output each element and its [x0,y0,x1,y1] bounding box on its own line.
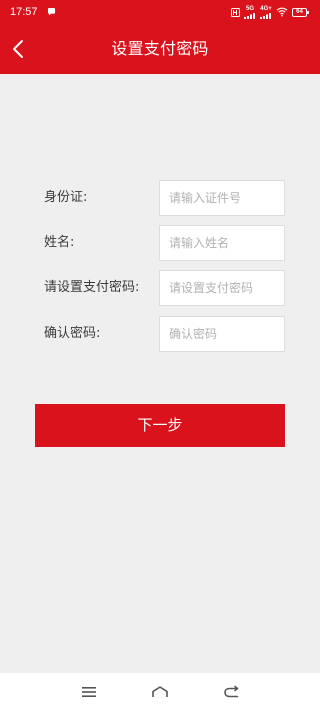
next-step-button[interactable]: 下一步 [35,404,285,447]
status-bar: 17:57 5G 4G+ 64 [0,0,320,24]
wifi-icon [276,7,288,17]
form-row-name: 姓名: [0,225,320,261]
network-badge-4g: 4G+ [260,5,272,12]
form-row-id: 身份证: [0,180,320,216]
home-button[interactable] [150,682,170,702]
id-input[interactable] [159,180,285,216]
signal-icon [260,12,271,19]
title-bar: 设置支付密码 [0,24,320,74]
home-icon [152,686,168,697]
form-row-pay-password: 请设置支付密码: [0,270,320,306]
system-navigation-bar [0,673,320,711]
pay-password-label: 请设置支付密码: [44,280,140,295]
network-4g-indicator: 4G+ [260,6,272,19]
battery-level: 64 [296,8,303,15]
recent-apps-button[interactable] [79,682,99,702]
menu-icon [82,687,96,697]
system-back-button[interactable] [222,682,242,702]
signal-icon [244,12,255,19]
id-label: 身份证: [44,190,88,205]
page-title: 设置支付密码 [111,39,209,58]
back-arrow-icon [224,685,239,698]
confirm-password-input[interactable] [159,316,285,352]
message-bubble-icon [47,8,56,16]
name-label: 姓名: [44,235,75,250]
network-5g-indicator: 5G [244,6,256,19]
network-badge-5g: 5G [245,5,254,12]
confirm-password-label: 确认密码: [44,326,101,341]
status-icons: 5G 4G+ 64 [231,5,309,19]
name-input[interactable] [159,225,285,261]
pay-password-input[interactable] [159,270,285,306]
form-row-confirm-password: 确认密码: [0,316,320,352]
hd-icon [231,7,240,17]
battery-icon: 64 [292,7,309,17]
status-time: 17:57 [10,6,38,18]
app-header: 17:57 5G 4G+ 64 设置支付密码 [0,0,320,74]
